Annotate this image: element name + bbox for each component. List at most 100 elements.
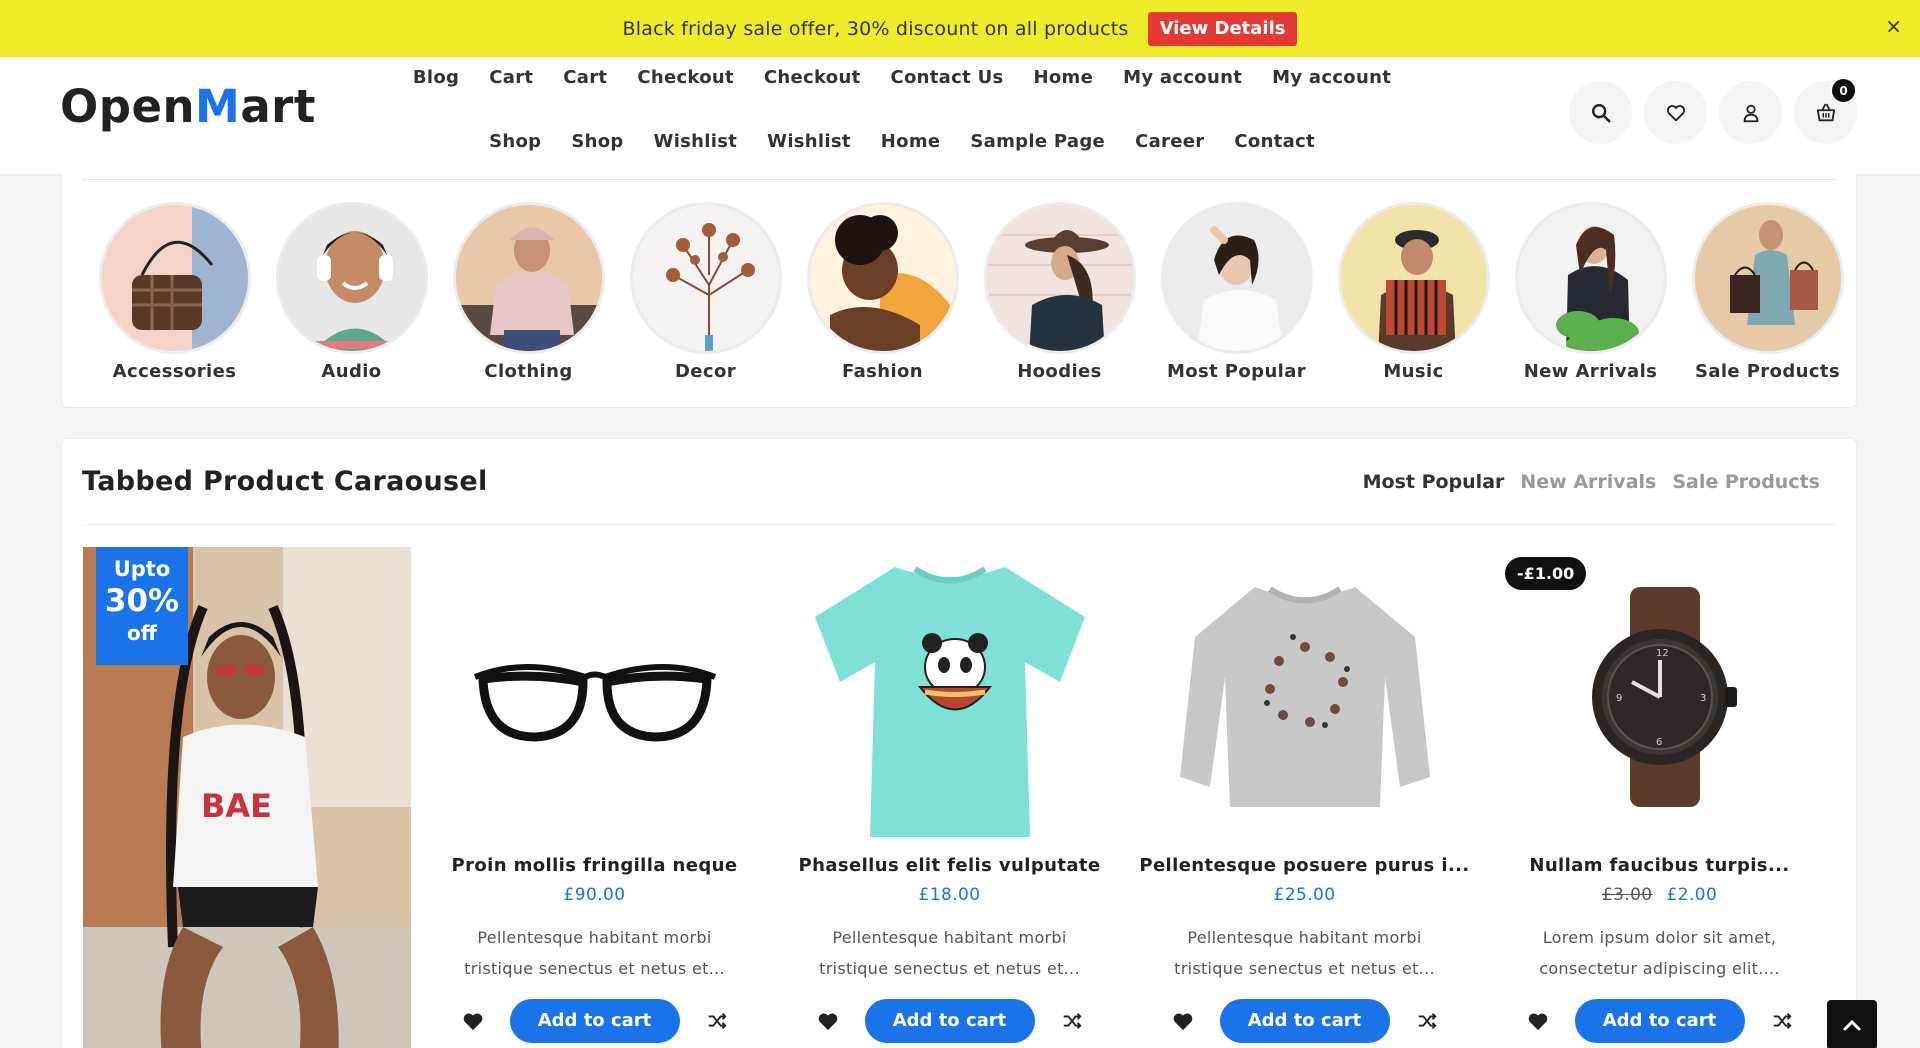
wishlist-heart-icon[interactable] (1170, 1008, 1196, 1034)
category-label[interactable]: Clothing (484, 361, 572, 382)
wishlist-heart-icon[interactable] (815, 1008, 841, 1034)
product-image-panda-tshirt[interactable] (772, 547, 1127, 847)
view-details-button[interactable]: View Details (1147, 12, 1298, 46)
nav-item-checkout[interactable]: Checkout (637, 67, 734, 88)
product-price: £90.00 (417, 885, 772, 905)
badge-upto: Upto (113, 557, 171, 581)
category-image-audio[interactable] (275, 202, 428, 354)
category-image-new-arrivals[interactable] (1514, 202, 1667, 354)
product-actions: Add to cart (772, 999, 1127, 1043)
category-label[interactable]: Accessories (113, 361, 237, 382)
nav-item-wishlist-2[interactable]: Wishlist (767, 131, 851, 152)
category-new-arrivals[interactable]: New Arrivals (1502, 202, 1679, 382)
nav-item-home[interactable]: Home (1034, 67, 1094, 88)
product-actions: Add to cart (417, 999, 772, 1043)
compare-icon[interactable] (1769, 1008, 1795, 1034)
nav-item-contact-us[interactable]: Contact Us (890, 67, 1003, 88)
product-image-sweatshirt[interactable] (1127, 547, 1482, 847)
category-clothing[interactable]: Clothing (440, 202, 617, 382)
product-description: Pellentesque habitant morbi tristique sen… (1127, 922, 1482, 984)
product-image-glasses[interactable] (417, 547, 772, 847)
category-image-most-popular[interactable] (1160, 202, 1313, 354)
category-fashion[interactable]: Fashion (794, 202, 971, 382)
product-list: Proin mollis fringilla neque £90.00 Pell… (417, 547, 1837, 1043)
desc-line: tristique senectus et netus et... (819, 959, 1080, 978)
nav-item-my-account[interactable]: My account (1123, 67, 1242, 88)
wishlist-heart-icon[interactable] (1525, 1008, 1551, 1034)
compare-icon[interactable] (1414, 1008, 1440, 1034)
back-to-top-button[interactable] (1827, 1000, 1877, 1048)
category-image-fashion[interactable] (806, 202, 959, 354)
product-name[interactable]: Phasellus elit felis vulputate (772, 855, 1127, 876)
wishlist-heart-icon[interactable] (460, 1008, 486, 1034)
category-image-clothing[interactable] (452, 202, 605, 354)
desc-line: tristique senectus et netus et... (1174, 959, 1435, 978)
nav-item-sample-page[interactable]: Sample Page (970, 131, 1105, 152)
offer-text: Black friday sale offer, 30% discount on… (622, 18, 1129, 40)
category-music[interactable]: Music (1325, 202, 1502, 382)
nav-item-wishlist[interactable]: Wishlist (654, 131, 738, 152)
add-to-cart-button[interactable]: Add to cart (864, 999, 1035, 1043)
category-sale-products[interactable]: Sale Products (1679, 202, 1856, 382)
product-description: Pellentesque habitant morbi tristique sen… (772, 922, 1127, 984)
price-current: £25.00 (1273, 885, 1336, 905)
product-image-watch[interactable]: -£1.00 12 3 6 9 (1482, 547, 1837, 847)
product-name[interactable]: Pellentesque posuere purus i... (1127, 855, 1482, 876)
category-image-hoodies[interactable] (983, 202, 1136, 354)
search-button[interactable] (1569, 81, 1632, 144)
wishlist-button[interactable] (1644, 81, 1707, 144)
product-price: £25.00 (1127, 885, 1482, 905)
svg-text:12: 12 (1656, 648, 1669, 659)
nav-item-blog[interactable]: Blog (413, 67, 459, 88)
cart-button[interactable]: 0 (1794, 77, 1857, 144)
category-image-sale-products[interactable] (1691, 202, 1844, 354)
nav-item-cart-2[interactable]: Cart (563, 67, 607, 88)
nav-item-shop-2[interactable]: Shop (571, 131, 623, 152)
add-to-cart-button[interactable]: Add to cart (1219, 999, 1390, 1043)
account-button[interactable] (1719, 81, 1782, 144)
tab-most-popular[interactable]: Most Popular (1363, 471, 1505, 493)
nav-item-contact[interactable]: Contact (1234, 131, 1315, 152)
compare-icon[interactable] (1059, 1008, 1085, 1034)
category-hoodies[interactable]: Hoodies (971, 202, 1148, 382)
nav-item-career[interactable]: Career (1135, 131, 1204, 152)
add-to-cart-button[interactable]: Add to cart (509, 999, 680, 1043)
product-actions: Add to cart (1482, 999, 1837, 1043)
product-price: £18.00 (772, 885, 1127, 905)
offer-bar: Black friday sale offer, 30% discount on… (0, 0, 1920, 57)
compare-icon[interactable] (704, 1008, 730, 1034)
close-icon[interactable]: × (1885, 14, 1902, 38)
nav-item-home-2[interactable]: Home (881, 131, 941, 152)
category-label[interactable]: New Arrivals (1524, 361, 1658, 382)
badge-off: off (127, 621, 157, 645)
category-most-popular[interactable]: Most Popular (1148, 202, 1325, 382)
nav-item-checkout-2[interactable]: Checkout (764, 67, 861, 88)
nav-item-cart[interactable]: Cart (489, 67, 533, 88)
category-accessories[interactable]: Accessories (86, 202, 263, 382)
category-label[interactable]: Music (1383, 361, 1443, 382)
category-label[interactable]: Sale Products (1695, 361, 1840, 382)
promo-banner[interactable]: BAE Upto 30% off (83, 547, 411, 1048)
site-header: OpenMart Blog Cart Cart Checkout Checkou… (0, 57, 1920, 174)
nav-item-my-account-2[interactable]: My account (1272, 67, 1391, 88)
category-label[interactable]: Most Popular (1167, 361, 1306, 382)
tab-sale-products[interactable]: Sale Products (1672, 471, 1820, 493)
user-icon (1743, 104, 1758, 122)
add-to-cart-button[interactable]: Add to cart (1574, 999, 1745, 1043)
nav-item-shop[interactable]: Shop (489, 131, 541, 152)
category-label[interactable]: Hoodies (1017, 361, 1102, 382)
category-image-accessories[interactable] (98, 202, 251, 354)
product-name[interactable]: Proin mollis fringilla neque (417, 855, 772, 876)
category-label[interactable]: Audio (321, 361, 381, 382)
tab-new-arrivals[interactable]: New Arrivals (1520, 471, 1656, 493)
category-audio[interactable]: Audio (263, 202, 440, 382)
product-name[interactable]: Nullam faucibus turpis... (1482, 855, 1837, 876)
desc-line: consectetur adipiscing elit.... (1539, 959, 1780, 978)
category-image-music[interactable] (1337, 202, 1490, 354)
price-old: £3.00 (1601, 885, 1653, 905)
category-label[interactable]: Decor (675, 361, 736, 382)
category-decor[interactable]: Decor (617, 202, 794, 382)
desc-line: Pellentesque habitant morbi (477, 928, 712, 947)
category-image-decor[interactable] (629, 202, 782, 354)
category-label[interactable]: Fashion (842, 361, 923, 382)
